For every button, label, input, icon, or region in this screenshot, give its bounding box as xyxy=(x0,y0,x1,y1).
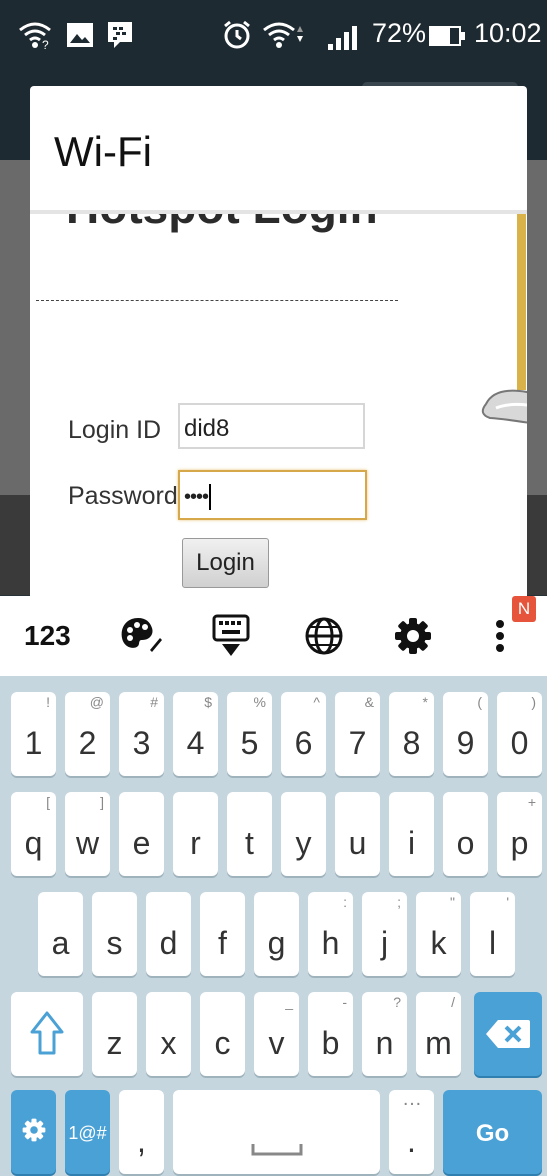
key-n[interactable]: ? n xyxy=(362,992,407,1076)
key-o[interactable]: o xyxy=(443,792,488,876)
status-bar: ? 72% 10:02 xyxy=(0,0,547,74)
text-caret xyxy=(209,483,212,510)
key-z[interactable]: z xyxy=(92,992,137,1076)
key-9[interactable]: (9 xyxy=(443,692,488,776)
key-d[interactable]: d xyxy=(146,892,191,976)
key-c[interactable]: c xyxy=(200,992,245,1076)
keyboard-gear-icon xyxy=(22,1118,46,1142)
page-heading: Hotspot Login xyxy=(66,214,378,234)
key-l[interactable]: ' l xyxy=(470,892,515,976)
key-m[interactable]: / m xyxy=(416,992,461,1076)
language-globe-icon[interactable] xyxy=(304,612,344,660)
hide-keyboard-icon[interactable] xyxy=(212,612,250,660)
key-y[interactable]: y xyxy=(281,792,326,876)
theme-palette-icon[interactable] xyxy=(120,612,164,660)
key-b[interactable]: -b xyxy=(308,992,353,1076)
backspace-key[interactable] xyxy=(474,992,542,1076)
battery-icon xyxy=(429,26,465,46)
space-bar-icon xyxy=(251,1144,303,1156)
period-key[interactable]: …. xyxy=(389,1088,434,1174)
key-p[interactable]: + p xyxy=(497,792,542,876)
go-key[interactable]: Go xyxy=(443,1090,542,1174)
key-i[interactable]: i xyxy=(389,792,434,876)
wifi-question-icon: ? xyxy=(19,22,51,50)
soft-keyboard: ! 1 @2 #3 $4 % 5 ^ 6 & 7 * 8 (9 ) 0 [q ] w e r … xyxy=(0,676,547,1176)
password-input[interactable]: •••• xyxy=(178,470,367,520)
key-6[interactable]: ^ 6 xyxy=(281,692,326,776)
svg-text:?: ? xyxy=(42,38,49,50)
password-label: Password xyxy=(68,482,178,510)
captive-portal-page[interactable]: Hotspot Login Login ID did8 Password •••… xyxy=(30,214,527,596)
key-k[interactable]: " k xyxy=(416,892,461,976)
key-v[interactable]: _ v xyxy=(254,992,299,1076)
dialog-title: Wi-Fi xyxy=(54,128,152,175)
decorative-ornament xyxy=(481,389,527,424)
login-id-input[interactable]: did8 xyxy=(178,403,365,449)
key-a[interactable]: a xyxy=(38,892,83,976)
battery-percent: 72% xyxy=(372,18,427,48)
comma-key[interactable]: , xyxy=(119,1090,164,1174)
numbers-key[interactable]: 123 xyxy=(24,612,71,660)
key-j[interactable]: ; j xyxy=(362,892,407,976)
key-1[interactable]: ! 1 xyxy=(11,692,56,776)
more-options-icon[interactable] xyxy=(494,612,506,660)
key-5[interactable]: % 5 xyxy=(227,692,272,776)
key-4[interactable]: $4 xyxy=(173,692,218,776)
login-button[interactable]: Login xyxy=(182,538,269,588)
notification-badge: N xyxy=(512,596,536,622)
key-h[interactable]: :h xyxy=(308,892,353,976)
shift-key[interactable] xyxy=(11,992,83,1076)
signal-icon xyxy=(328,26,357,50)
key-s[interactable]: s xyxy=(92,892,137,976)
login-id-value: did8 xyxy=(184,415,230,442)
wifi-icon xyxy=(263,22,303,48)
key-u[interactable]: u xyxy=(335,792,380,876)
wifi-login-dialog: Wi-Fi Hotspot Login Login ID did8 Passwo… xyxy=(30,86,527,596)
keyboard-settings-key[interactable] xyxy=(11,1090,56,1174)
key-g[interactable]: g xyxy=(254,892,299,976)
clock-time: 10:02 xyxy=(474,18,542,48)
key-r[interactable]: r xyxy=(173,792,218,876)
key-3[interactable]: #3 xyxy=(119,692,164,776)
symbols-key[interactable]: 1@# xyxy=(65,1090,110,1174)
settings-gear-icon[interactable] xyxy=(394,612,432,660)
backspace-icon xyxy=(486,1020,530,1048)
key-f[interactable]: f xyxy=(200,892,245,976)
key-7[interactable]: & 7 xyxy=(335,692,380,776)
key-t[interactable]: t xyxy=(227,792,272,876)
login-id-label: Login ID xyxy=(68,416,162,444)
key-0[interactable]: ) 0 xyxy=(497,692,542,776)
alarm-icon xyxy=(224,20,250,49)
key-2[interactable]: @2 xyxy=(65,692,110,776)
key-x[interactable]: x xyxy=(146,992,191,1076)
key-e[interactable]: e xyxy=(119,792,164,876)
decorative-bar xyxy=(517,214,526,390)
shift-arrow-icon xyxy=(30,1011,64,1055)
key-8[interactable]: * 8 xyxy=(389,692,434,776)
password-value: •••• xyxy=(184,486,209,508)
bbm-icon xyxy=(108,22,132,48)
gallery-icon xyxy=(67,23,93,47)
key-q[interactable]: [q xyxy=(11,792,56,876)
space-key[interactable] xyxy=(173,1090,380,1174)
dashed-divider xyxy=(36,300,398,301)
keyboard-toolbar: 123 xyxy=(0,596,547,676)
key-w[interactable]: ] w xyxy=(65,792,110,876)
